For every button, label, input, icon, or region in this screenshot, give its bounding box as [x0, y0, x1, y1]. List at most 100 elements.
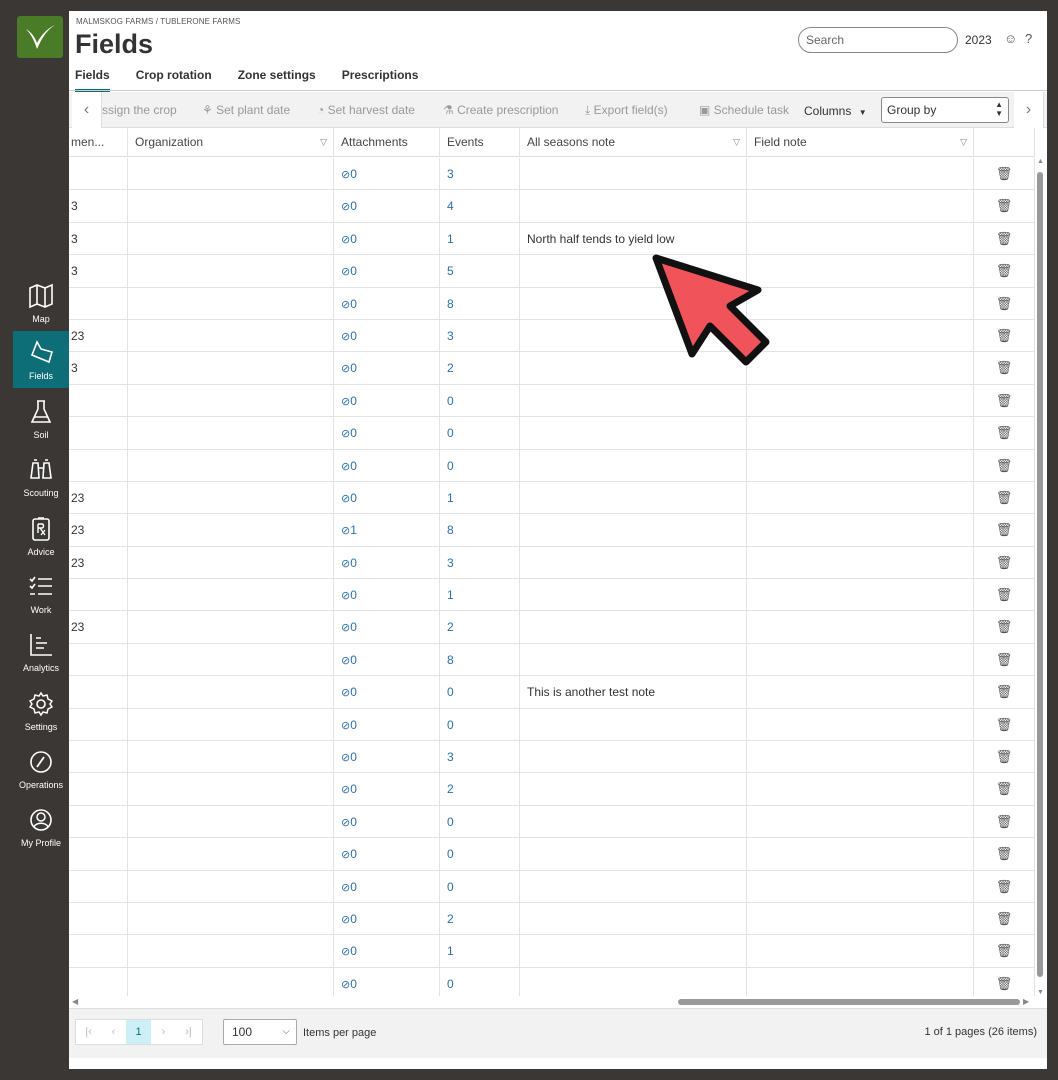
cell-events[interactable]: 1 — [440, 481, 520, 514]
trash-icon[interactable]: 🗑 — [996, 522, 1013, 537]
cell-events[interactable]: 0 — [440, 805, 520, 838]
cell-delete[interactable]: 🗑 — [974, 546, 1035, 579]
breadcrumb[interactable]: MALMSKOG FARMS / TUBLERONE FARMS — [76, 17, 240, 26]
vertical-scroll-thumb[interactable] — [1037, 172, 1043, 977]
table-row[interactable]: 23 ⊘0 3 🗑 — [69, 319, 1035, 353]
cell-field-note[interactable] — [747, 546, 974, 579]
cell-delete[interactable]: 🗑 — [974, 514, 1035, 547]
cell-field-note[interactable] — [747, 222, 974, 255]
cell-all-seasons-note[interactable] — [520, 384, 747, 417]
cell-attachments[interactable]: ⊘0 — [334, 384, 440, 417]
cell-delete[interactable]: 🗑 — [974, 708, 1035, 741]
schedule-task-button[interactable]: ▣ Schedule task — [699, 103, 789, 117]
trash-icon[interactable]: 🗑 — [996, 749, 1013, 764]
cell-all-seasons-note[interactable] — [520, 967, 747, 996]
cell-field-note[interactable] — [747, 579, 974, 612]
cell-all-seasons-note[interactable] — [520, 417, 747, 450]
cell-attachments[interactable]: ⊘0 — [334, 773, 440, 806]
table-row[interactable]: 3 ⊘0 2 🗑 — [69, 352, 1035, 385]
tab-zone-settings[interactable]: Zone settings — [238, 68, 316, 92]
nav-my-profile[interactable]: My Profile — [13, 798, 69, 855]
items-per-page-select[interactable]: 100 ⌵ — [223, 1019, 297, 1045]
filter-icon[interactable]: ▽ — [320, 128, 327, 157]
table-row[interactable]: ⊘0 1 🗑 — [69, 935, 1035, 968]
cell-field-note[interactable] — [747, 773, 974, 806]
cell-attachments[interactable]: ⊘0 — [334, 741, 440, 774]
table-row[interactable]: 23 ⊘0 1 🗑 — [69, 481, 1035, 515]
cell-all-seasons-note[interactable] — [520, 773, 747, 806]
cell-field-note[interactable] — [747, 643, 974, 676]
cell-all-seasons-note[interactable] — [520, 611, 747, 644]
assign-crop-button[interactable]: ssign the crop — [102, 103, 177, 117]
trash-icon[interactable]: 🗑 — [996, 717, 1013, 732]
cell-attachments[interactable]: ⊘0 — [334, 546, 440, 579]
cell-all-seasons-note[interactable] — [520, 481, 747, 514]
cell-events[interactable]: 3 — [440, 741, 520, 774]
cell-field-note[interactable] — [747, 514, 974, 547]
cell-attachments[interactable]: ⊘0 — [334, 935, 440, 968]
feedback-icon[interactable]: ☺ — [1004, 31, 1017, 46]
cell-all-seasons-note[interactable] — [520, 838, 747, 871]
season-year[interactable]: 2023 — [965, 33, 992, 47]
cell-field-note[interactable] — [747, 352, 974, 385]
cell-field-note[interactable] — [747, 611, 974, 644]
trash-icon[interactable]: 🗑 — [996, 976, 1013, 991]
cell-delete[interactable]: 🗑 — [974, 190, 1035, 223]
toolbar-scroll-left-icon[interactable]: ‹ — [72, 92, 102, 128]
table-row[interactable]: 3 ⊘0 5 🗑 — [69, 255, 1035, 288]
nav-map[interactable]: Map — [13, 274, 69, 331]
cell-events[interactable]: 2 — [440, 773, 520, 806]
cell-events[interactable]: 0 — [440, 838, 520, 871]
page-number[interactable]: 1 — [126, 1020, 151, 1044]
trash-icon[interactable]: 🗑 — [996, 458, 1013, 473]
trash-icon[interactable]: 🗑 — [996, 555, 1013, 570]
cell-delete[interactable]: 🗑 — [974, 805, 1035, 838]
cell-all-seasons-note[interactable] — [520, 805, 747, 838]
trash-icon[interactable]: 🗑 — [996, 587, 1013, 602]
table-row[interactable]: 23 ⊘0 2 🗑 — [69, 611, 1035, 644]
app-logo[interactable] — [17, 16, 63, 58]
col-header-organization[interactable]: Organization ▽ — [128, 128, 334, 157]
cell-delete[interactable]: 🗑 — [974, 838, 1035, 871]
cell-events[interactable]: 0 — [440, 384, 520, 417]
vertical-scrollbar[interactable]: ▲ ▼ — [1035, 158, 1045, 996]
cell-delete[interactable]: 🗑 — [974, 287, 1035, 320]
set-harvest-date-button[interactable]: ◔ Set harvest date — [317, 103, 415, 117]
trash-icon[interactable]: 🗑 — [996, 911, 1013, 926]
first-page-icon[interactable]: |‹ — [76, 1020, 101, 1044]
cell-attachments[interactable]: ⊘0 — [334, 838, 440, 871]
cell-attachments[interactable]: ⊘1 — [334, 514, 440, 547]
trash-icon[interactable]: 🗑 — [996, 846, 1013, 861]
toolbar-scroll-right-icon[interactable]: › — [1014, 92, 1044, 128]
cell-attachments[interactable]: ⊘0 — [334, 708, 440, 741]
cell-events[interactable]: 0 — [440, 417, 520, 450]
cell-field-note[interactable] — [747, 967, 974, 996]
cell-events[interactable]: 4 — [440, 190, 520, 223]
cell-all-seasons-note[interactable] — [520, 514, 747, 547]
cell-field-note[interactable] — [747, 190, 974, 223]
tab-fields[interactable]: Fields — [75, 68, 110, 92]
set-plant-date-button[interactable]: ⚘ Set plant date — [202, 103, 290, 117]
cell-attachments[interactable]: ⊘0 — [334, 967, 440, 996]
cell-attachments[interactable]: ⊘0 — [334, 158, 440, 190]
trash-icon[interactable]: 🗑 — [996, 166, 1013, 181]
cell-delete[interactable]: 🗑 — [974, 222, 1035, 255]
cell-attachments[interactable]: ⊘0 — [334, 611, 440, 644]
create-prescription-button[interactable]: ⚗ Create prescription — [443, 103, 558, 117]
cell-delete[interactable]: 🗑 — [974, 449, 1035, 482]
cell-field-note[interactable] — [747, 481, 974, 514]
cell-events[interactable]: 3 — [440, 319, 520, 352]
cell-field-note[interactable] — [747, 935, 974, 968]
cell-delete[interactable]: 🗑 — [974, 384, 1035, 417]
table-row[interactable]: ⊘0 3 🗑 — [69, 741, 1035, 774]
cell-events[interactable]: 8 — [440, 643, 520, 676]
trash-icon[interactable]: 🗑 — [996, 328, 1013, 343]
nav-operations[interactable]: Operations — [13, 740, 69, 797]
cell-delete[interactable]: 🗑 — [974, 643, 1035, 676]
cell-delete[interactable]: 🗑 — [974, 481, 1035, 514]
cell-delete[interactable]: 🗑 — [974, 352, 1035, 385]
cell-attachments[interactable]: ⊘0 — [334, 287, 440, 320]
cell-all-seasons-note[interactable] — [520, 902, 747, 935]
cell-attachments[interactable]: ⊘0 — [334, 579, 440, 612]
tab-prescriptions[interactable]: Prescriptions — [342, 68, 419, 92]
